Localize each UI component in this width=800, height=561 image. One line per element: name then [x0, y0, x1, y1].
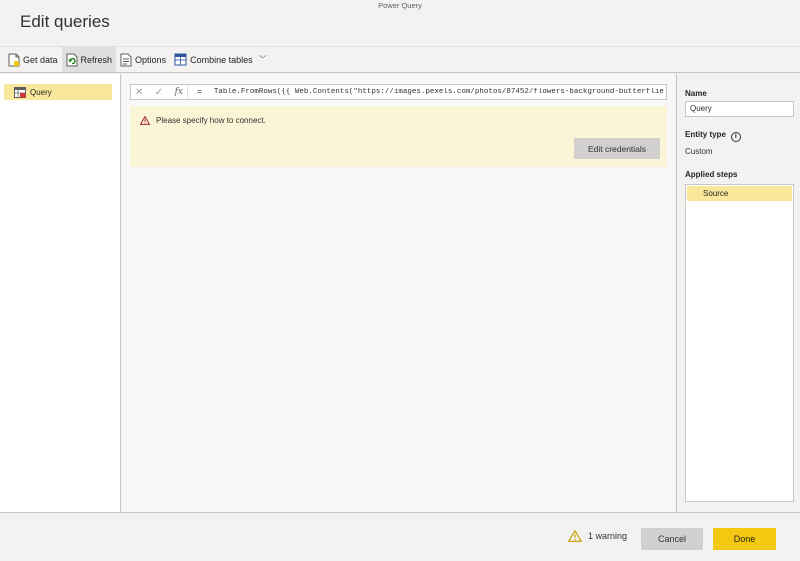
- entity-type-value: Custom: [685, 147, 713, 156]
- fx-icon[interactable]: fx: [175, 87, 183, 97]
- applied-steps-list: Source: [685, 184, 794, 502]
- formula-bar-controls: ✕ ✓ fx: [131, 85, 188, 99]
- warning-icon: [568, 530, 582, 542]
- applied-steps-label: Applied steps: [685, 170, 738, 179]
- chevron-down-icon[interactable]: ﹀: [259, 54, 267, 65]
- ribbon: Get data Refresh Options Combine tables …: [0, 46, 800, 73]
- query-settings-pane: Name Query Entity type i Custom Applied s…: [676, 74, 800, 512]
- dialog-footer: 1 warning Cancel Done: [0, 512, 800, 561]
- applied-step-item[interactable]: Source: [687, 186, 792, 201]
- get-data-icon: [8, 53, 20, 66]
- combine-tables-button[interactable]: Combine tables ﹀: [170, 47, 271, 72]
- entity-type-label: Entity type: [685, 130, 726, 139]
- get-data-button[interactable]: Get data: [4, 47, 62, 72]
- warning-icon: [140, 116, 150, 125]
- warning-message-row: Please specify how to connect.: [140, 116, 266, 125]
- window-title: Power Query: [378, 1, 422, 10]
- refresh-icon: [66, 53, 78, 66]
- connection-warning-panel: Please specify how to connect. Edit cred…: [130, 106, 667, 167]
- warning-message: Please specify how to connect.: [156, 116, 266, 125]
- query-list-item[interactable]: Query: [4, 84, 112, 100]
- name-label: Name: [685, 89, 707, 98]
- formula-bar: ✕ ✓ fx = Table.FromRows({{ Web.Contents(…: [130, 84, 667, 100]
- info-icon[interactable]: i: [730, 131, 741, 142]
- formula-input[interactable]: Table.FromRows({{ Web.Contents("https://…: [214, 88, 664, 96]
- entity-type-row: Entity type i: [685, 130, 741, 142]
- refresh-label: Refresh: [80, 54, 113, 65]
- query-icon: [14, 86, 26, 98]
- done-button[interactable]: Done: [713, 528, 776, 550]
- query-name-field[interactable]: Query: [685, 101, 794, 117]
- queries-pane: Query: [0, 74, 121, 512]
- combine-tables-label: Combine tables: [190, 54, 253, 65]
- cancel-button[interactable]: Cancel: [641, 528, 703, 550]
- refresh-button[interactable]: Refresh: [61, 47, 117, 72]
- cancel-formula-icon[interactable]: ✕: [135, 87, 143, 98]
- warning-count-label: 1 warning: [588, 531, 628, 541]
- formula-equals: =: [197, 87, 202, 97]
- get-data-label: Get data: [23, 54, 58, 65]
- options-icon: [120, 53, 132, 66]
- query-label: Query: [30, 87, 52, 97]
- preview-pane: ✕ ✓ fx = Table.FromRows({{ Web.Contents(…: [122, 74, 675, 512]
- combine-tables-icon: [174, 53, 187, 66]
- warning-count-indicator[interactable]: 1 warning: [568, 530, 627, 542]
- options-label: Options: [135, 54, 167, 65]
- edit-credentials-button[interactable]: Edit credentials: [574, 138, 660, 159]
- options-button[interactable]: Options: [116, 47, 170, 72]
- commit-formula-icon[interactable]: ✓: [155, 87, 163, 98]
- dialog-title: Edit queries: [20, 12, 110, 31]
